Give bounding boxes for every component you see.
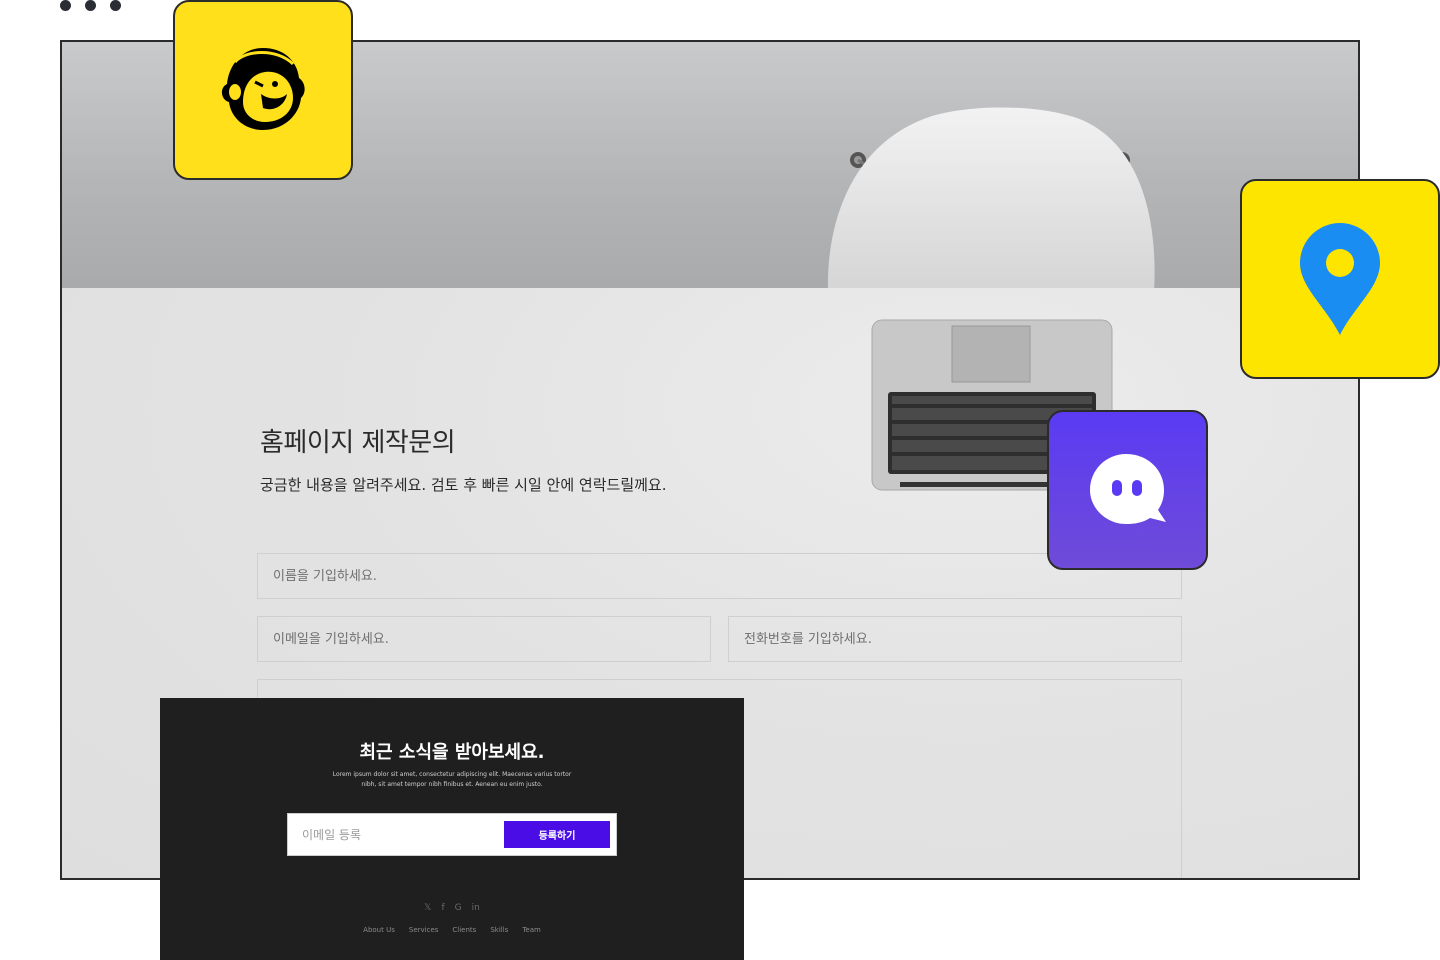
chair-illustration — [827, 107, 1155, 288]
footer-link-about[interactable]: About Us — [363, 926, 395, 934]
name-input[interactable] — [257, 553, 1182, 599]
phone-input[interactable] — [728, 616, 1182, 662]
window-dot — [85, 0, 96, 11]
chat-app-tile — [1047, 410, 1208, 570]
linkedin-icon[interactable]: in — [472, 903, 480, 913]
footer-link-skills[interactable]: Skills — [490, 926, 508, 934]
newsletter-title: 최근 소식을 받아보세요. — [359, 742, 545, 763]
window-dots — [60, 0, 121, 11]
newsletter-card: 최근 소식을 받아보세요. Lorem ipsum dolor sit amet… — [160, 698, 744, 960]
footer-nav: About Us Services Clients Skills Team — [160, 926, 744, 934]
email-input[interactable] — [257, 616, 711, 662]
footer-link-clients[interactable]: Clients — [452, 926, 476, 934]
mailchimp-app-tile — [173, 0, 353, 180]
facebook-icon[interactable]: f — [441, 903, 444, 913]
newsletter-form: 등록하기 — [287, 813, 617, 856]
contact-form-title: 홈페이지 제작문의 — [260, 428, 456, 458]
window-dot — [110, 0, 121, 11]
newsletter-email-input[interactable] — [288, 814, 498, 855]
chat-bubble-icon — [1089, 454, 1166, 524]
google-icon[interactable]: G — [455, 903, 462, 913]
twitter-icon[interactable]: 𝕏 — [424, 903, 431, 913]
contact-form-subtitle: 궁금한 내용을 알려주세요. 검토 후 빠른 시일 안에 연락드릴께요. — [260, 476, 667, 494]
footer-link-services[interactable]: Services — [409, 926, 439, 934]
chimp-icon — [221, 48, 305, 130]
footer-link-team[interactable]: Team — [522, 926, 541, 934]
social-links: 𝕏 f G in — [160, 903, 744, 913]
map-pin-icon — [1300, 223, 1380, 335]
newsletter-description: Lorem ipsum dolor sit amet, consectetur … — [332, 771, 572, 788]
subscribe-button[interactable]: 등록하기 — [504, 821, 610, 848]
map-app-tile — [1240, 179, 1440, 379]
window-dot — [60, 0, 71, 11]
